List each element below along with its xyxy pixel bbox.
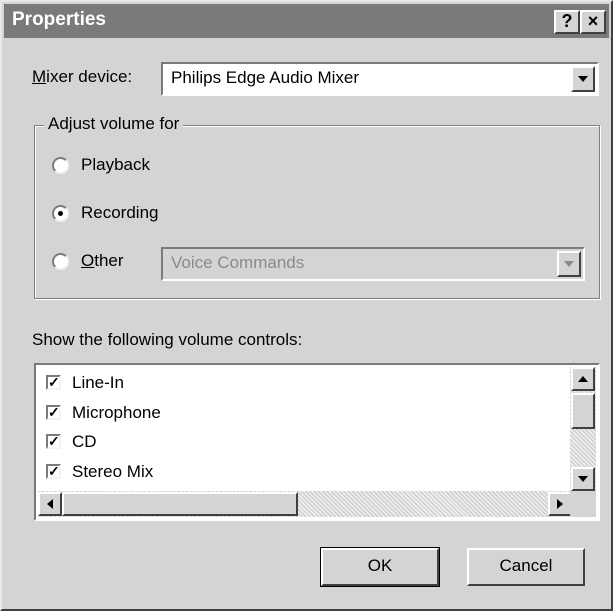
ok-button[interactable]: OK [320,547,440,587]
radio-selected-dot [58,211,63,216]
list-item-label: Microphone [72,403,161,422]
mixer-device-label: Mixer device: [32,67,133,86]
list-item-label: Stereo Mix [72,462,154,481]
radio-playback[interactable] [52,157,69,174]
scroll-down-button[interactable] [571,467,595,491]
arrow-up-icon [578,376,588,382]
other-device-dropdown-button[interactable] [557,251,581,277]
volume-controls-list[interactable]: ✓ Line-In ✓ Microphone ✓ CD ✓ Stereo Mix [34,363,600,521]
other-device-select[interactable]: Voice Commands [161,247,585,281]
radio-recording[interactable] [52,205,69,222]
chevron-down-icon [564,261,574,267]
arrow-right-icon [557,499,563,509]
radio-recording-label[interactable]: Recording [81,203,159,223]
close-button[interactable]: × [580,10,606,34]
checkbox-cd[interactable]: ✓ [46,434,61,449]
horizontal-scrollbar[interactable] [38,491,572,517]
title-bar[interactable]: Properties ? × [4,4,609,38]
list-item[interactable]: ✓ Stereo Mix [36,460,566,486]
arrow-down-icon [578,476,588,482]
radio-other[interactable] [52,253,69,270]
vertical-scroll-thumb[interactable] [571,393,595,429]
radio-playback-label[interactable]: Playback [81,155,150,175]
list-item[interactable]: ✓ Microphone [36,401,566,427]
list-item[interactable]: ✓ CD [36,430,566,456]
help-button[interactable]: ? [554,10,580,34]
mixer-device-value: Philips Edge Audio Mixer [171,68,360,87]
scroll-up-button[interactable] [571,367,595,391]
checkbox-stereo-mix[interactable]: ✓ [46,464,61,479]
scroll-left-button[interactable] [38,492,62,516]
list-item-label: CD [72,432,97,451]
other-device-value: Voice Commands [171,253,305,272]
checkbox-microphone[interactable]: ✓ [46,405,61,420]
list-item-label: Line-In [72,373,124,392]
mixer-device-select[interactable]: Philips Edge Audio Mixer [161,62,599,96]
list-item[interactable]: ✓ Line-In [36,371,566,397]
horizontal-scroll-thumb[interactable] [62,492,298,516]
checkbox-line-in[interactable]: ✓ [46,375,61,390]
radio-other-label[interactable]: Other [81,251,124,271]
properties-dialog: Properties ? × Mixer device: Philips Edg… [0,0,613,611]
vertical-scrollbar[interactable] [570,367,596,491]
arrow-left-icon [47,499,53,509]
cancel-button[interactable]: Cancel [467,548,585,586]
mixer-device-dropdown-button[interactable] [571,66,595,92]
scroll-right-button[interactable] [548,492,572,516]
adjust-volume-legend: Adjust volume for [44,114,184,134]
controls-heading: Show the following volume controls: [32,330,303,349]
scrollbar-corner [570,491,596,517]
window-title: Properties [12,9,106,30]
chevron-down-icon [578,76,588,82]
